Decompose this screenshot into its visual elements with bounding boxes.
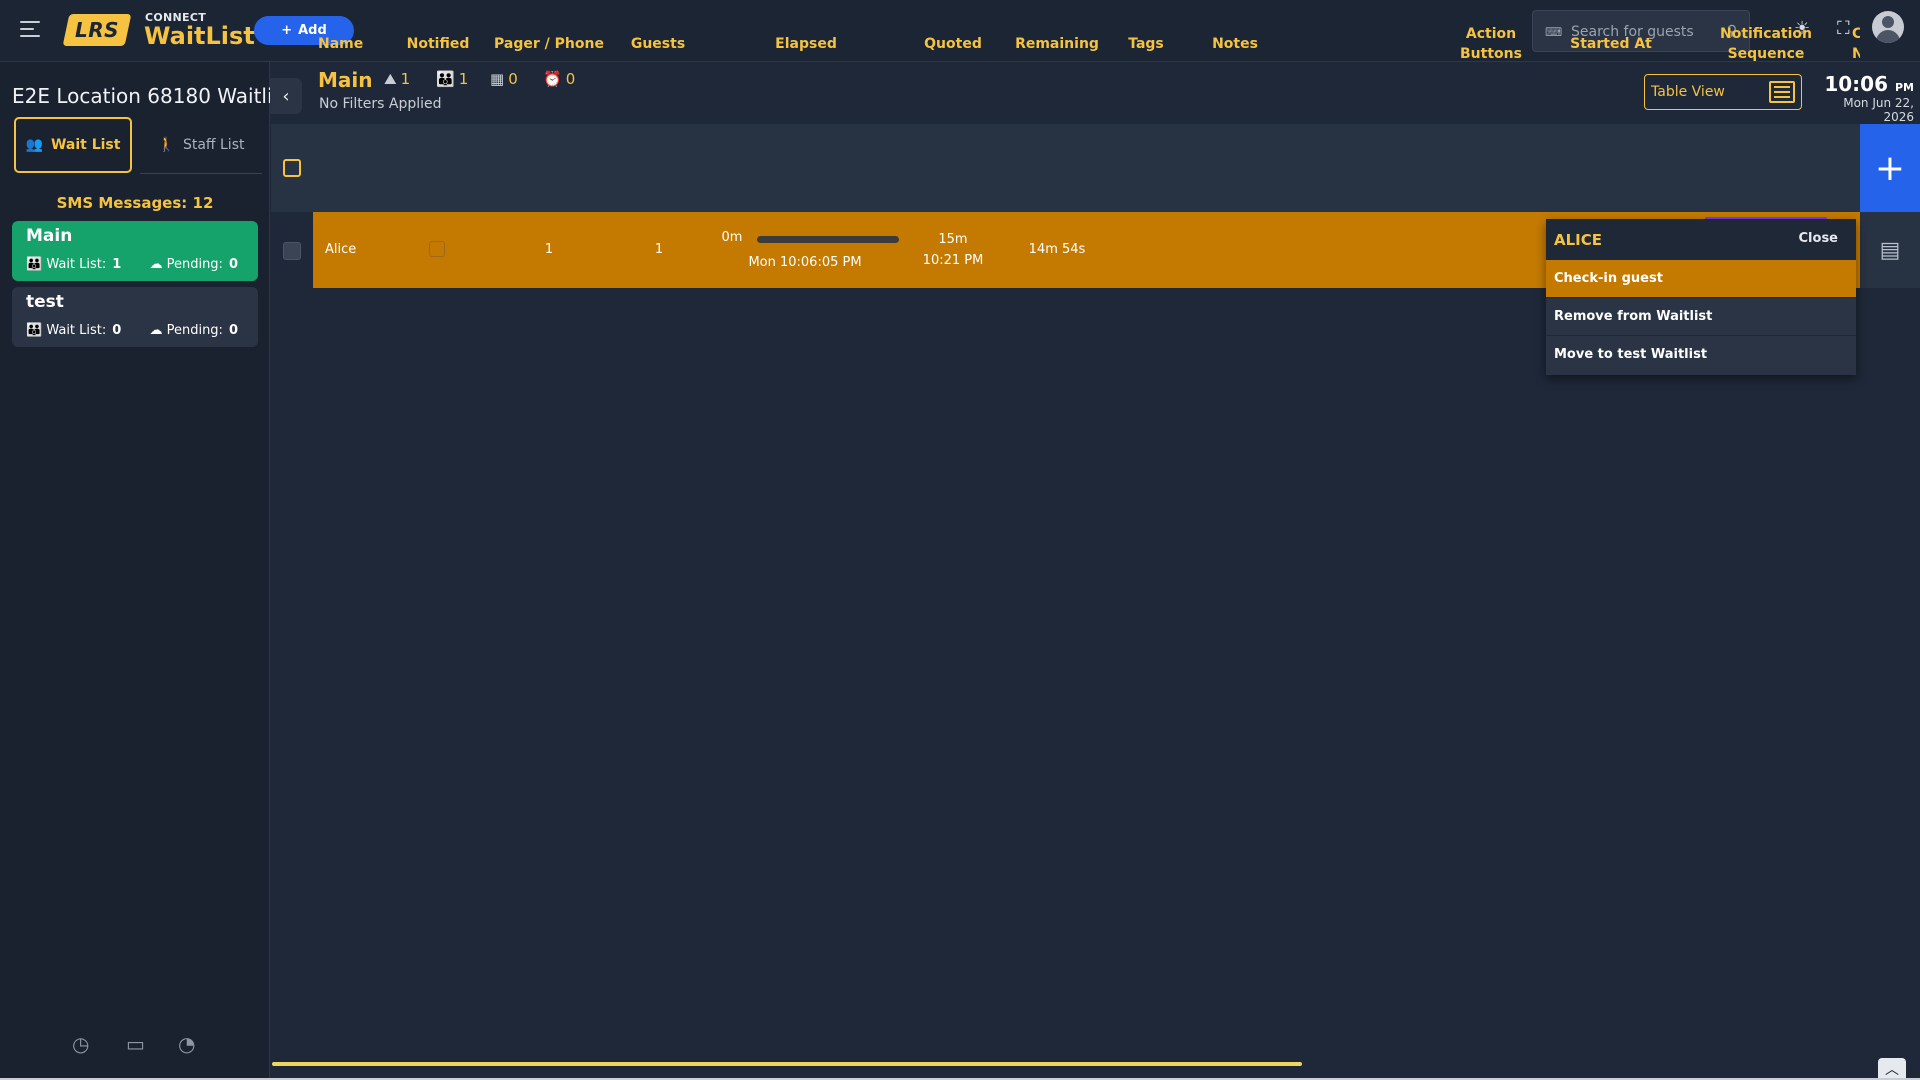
horizontal-scrollbar[interactable] [272,1062,1302,1066]
menu-item-remove[interactable]: Remove from Waitlist [1546,297,1856,335]
menu-header: ALICE Close [1546,219,1856,259]
column-name[interactable]: Name [318,0,368,88]
column-notes[interactable]: Notes [1200,0,1270,88]
elapsed-start-time: Mon 10:06:05 PM [748,255,862,270]
history-icon[interactable]: ◷ [72,1032,89,1056]
column-action-buttons[interactable]: Action Buttons [1446,0,1536,88]
fullscreen-icon[interactable]: ⛶ [1837,18,1850,39]
waitlist-card-test[interactable]: test 👪 Wait List: 0 ☁ Pending: 0 [12,287,258,347]
people-icon: 👪 [26,257,43,272]
waitlist-label: Wait List: [46,257,107,272]
column-elapsed[interactable]: Elapsed [756,0,856,88]
filters-status: No Filters Applied [319,96,442,112]
pending-label: Pending: [166,257,223,272]
select-all-checkbox[interactable] [283,159,301,177]
clock-icon[interactable]: ◔ [178,1032,195,1056]
elapsed-value: 0m [721,230,743,245]
pending-label: Pending: [166,323,223,338]
column-pager-phone[interactable]: Pager / Phone [494,0,604,88]
guest-count: 1 [654,242,664,257]
party-icon: ⛰ [384,70,397,88]
tab-wait-list[interactable]: 👥 Wait List [14,117,132,173]
column-quoted[interactable]: Quoted [913,0,993,88]
user-avatar[interactable] [1872,11,1904,43]
row-checkbox[interactable] [283,242,301,260]
list-icon: ▤ [1879,237,1901,263]
column-label-line: Action [1465,26,1517,42]
pending-count: 0 [228,257,238,272]
chevron-left-icon: ‹ [282,85,290,107]
guest-name: Alice [325,242,357,257]
waitlist-stats: 👪 Wait List: 0 ☁ Pending: 0 [26,323,262,338]
waitlist-label: Wait List: [46,323,107,338]
column-notified[interactable]: Notified [398,0,478,88]
waitlist-name: test [26,292,64,312]
column-notification-sequence[interactable]: Notification Sequence [1716,0,1816,88]
waitlist-name: Main [26,226,73,246]
brand-waitlist-label: WaitList [144,22,255,50]
waitlist-count: 0 [112,323,122,338]
cloud-icon: ☁ [149,323,163,338]
plus-icon: + [281,23,293,38]
menu-title: ALICE [1554,231,1603,249]
tab-staff-list[interactable]: 🚶 Staff List [140,117,262,173]
current-time: 10:06 PM Mon Jun 22, 2026 [1810,72,1914,124]
column-tags[interactable]: Tags [1116,0,1176,88]
table-view-label: Table View [1651,84,1725,100]
pager-phone: 1 [544,242,554,257]
pending-count: 0 [228,323,238,338]
tab-divider [140,173,262,174]
quoted-time: 10:21 PM [922,253,984,268]
person-icon: 🚶 [157,137,175,153]
close-button[interactable]: Close [1799,231,1838,246]
quoted-value: 15m [938,232,968,247]
waitlist-card-main[interactable]: Main 👪 Wait List: 1 ☁ Pending: 0 [12,221,258,281]
column-remaining[interactable]: Remaining [1012,0,1102,88]
column-label-line: Buttons [1460,46,1522,62]
column-label-line: Sequence [1727,46,1805,62]
sms-messages-count: SMS Messages: 12 [56,194,214,212]
scroll-top-button[interactable]: ︿ [1878,1058,1906,1080]
cloud-icon: ☁ [149,257,163,272]
plus-icon: + [1874,147,1906,189]
menu-icon[interactable] [20,21,40,37]
column-label-line: N [1852,46,1860,62]
keyboard-icon[interactable]: ⌨ [1545,25,1562,39]
tab-label: Wait List [50,137,121,153]
notified-icon[interactable] [429,241,445,257]
collapse-sidebar-button[interactable]: ‹ [270,78,302,114]
time-ampm: PM [1894,81,1914,94]
tab-label: Staff List [182,137,245,153]
location-title: E2E Location 68180 Waitlist [12,84,291,108]
column-cut-off[interactable]: C N [1852,0,1860,88]
chevron-up-icon: ︿ [1885,1062,1899,1078]
waitlist-stats: 👪 Wait List: 1 ☁ Pending: 0 [26,257,262,272]
lrs-logo: LRS [62,14,132,46]
column-started-at[interactable]: Started At [1566,0,1656,88]
current-date: Mon Jun 22, 2026 [1843,96,1914,124]
menu-item-move[interactable]: Move to test Waitlist [1546,335,1856,373]
table-header [271,124,1860,212]
remaining-value: 14m 54s [1028,242,1086,257]
menu-item-check-in[interactable]: Check-in guest [1546,259,1856,297]
column-guests[interactable]: Guests [618,0,698,88]
column-label-line: C [1852,26,1860,42]
people-icon: 👥 [25,137,43,153]
people-icon: 👪 [26,323,43,338]
monitor-icon[interactable]: ▭ [126,1032,145,1056]
row-menu-rail[interactable]: ▤ [1860,212,1920,288]
add-party-button[interactable]: + [1860,124,1920,212]
guest-action-menu: ALICE Close Check-in guest Remove from W… [1546,219,1856,375]
sidebar: E2E Location 68180 Waitlist 👥 Wait List … [0,62,291,1080]
column-label-line: Notification [1719,26,1813,42]
waitlist-count: 1 [112,257,122,272]
elapsed-progress-bar [757,236,899,243]
